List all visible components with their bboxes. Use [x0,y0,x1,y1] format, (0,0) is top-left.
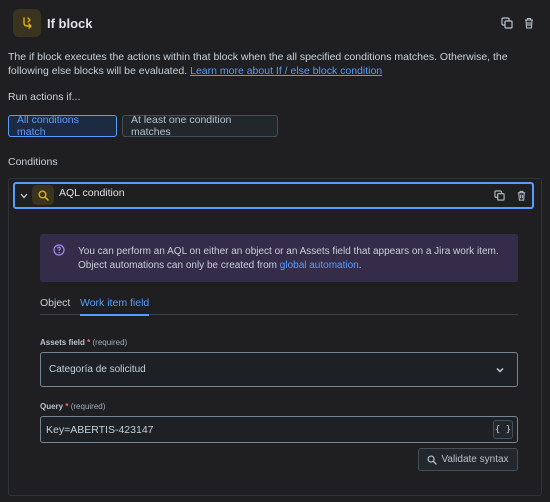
duplicate-condition-icon[interactable] [492,188,506,202]
all-conditions-match-button[interactable]: All conditions match [8,114,117,138]
query-label-text: Query [40,402,64,411]
required-note: (required) [70,402,106,411]
delete-icon[interactable] [522,16,536,30]
query-input[interactable]: Key=ABERTIS-423147 { } [40,416,518,443]
assets-field-label: Assets field * (required) [40,338,127,347]
validate-syntax-button[interactable]: Validate syntax [418,448,518,471]
assets-field-value: Categoría de solicitud [49,364,146,375]
chevron-down-icon [495,365,505,375]
chevron-down-icon[interactable] [18,189,30,203]
question-circle-icon [53,244,65,256]
required-marker: * [87,338,91,347]
validate-syntax-label: Validate syntax [441,454,509,465]
global-automation-link[interactable]: global automation [280,260,359,271]
block-description: The if block executes the actions within… [8,51,542,78]
required-marker: * [65,402,69,411]
info-banner: You can perform an AQL on either an obje… [40,234,518,282]
duplicate-icon[interactable] [500,16,514,30]
search-icon [32,185,54,205]
run-actions-label: Run actions if... [8,91,81,103]
assets-field-label-text: Assets field [40,338,85,347]
condition-header[interactable]: AQL condition [13,182,534,209]
conditions-label: Conditions [8,156,58,168]
search-icon [427,455,438,465]
condition-tabs: Object Work item field [40,295,518,316]
at-least-one-condition-button[interactable]: At least one condition matches [122,114,278,138]
required-note: (required) [92,338,128,347]
smart-values-button[interactable]: { } [493,420,513,439]
info-text-end: . [358,260,362,271]
tab-work-item-field[interactable]: Work item field [80,297,150,316]
block-header: If block [13,9,536,37]
tab-object[interactable]: Object [40,297,70,315]
query-label: Query * (required) [40,402,105,411]
assets-field-select[interactable]: Categoría de solicitud [40,352,518,387]
branch-icon [13,9,41,37]
delete-condition-icon[interactable] [514,188,528,202]
learn-more-link[interactable]: Learn more about If / else block conditi… [190,65,382,77]
block-title: If block [47,15,93,31]
info-text: You can perform an AQL on either an obje… [78,245,514,273]
query-value: Key=ABERTIS-423147 [46,424,154,436]
condition-title: AQL condition [59,187,125,199]
